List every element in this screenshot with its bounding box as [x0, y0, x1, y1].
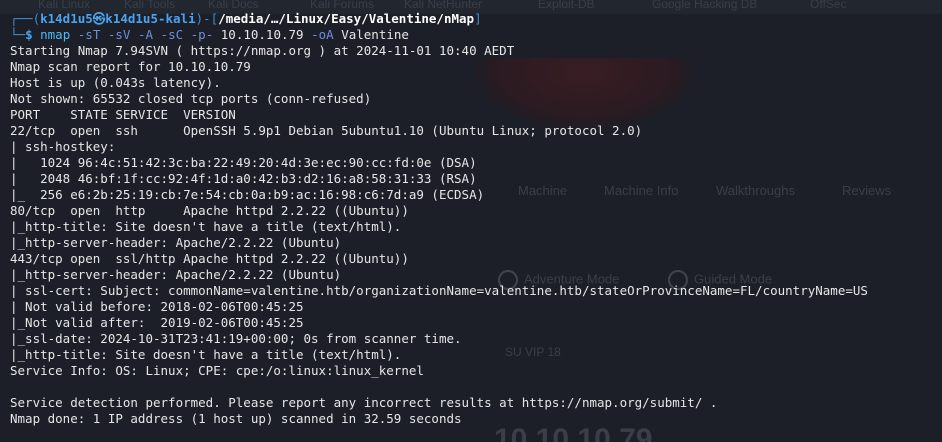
output-line: | 1024 96:4c:51:42:3c:ba:22:49:20:4d:3e:…: [10, 155, 477, 170]
bookmark-item: Kali Tools: [124, 0, 176, 11]
bookmark-item: Google Hacking DB: [652, 0, 758, 11]
output-line: |_ssl-date: 2024-10-31T23:41:19+00:00; 0…: [10, 331, 462, 346]
prompt-path: /media/…/Linux/Easy/Valentine/nMap: [218, 11, 475, 26]
command-output-flag: -oA: [311, 27, 334, 42]
prompt-frame: ]: [474, 11, 482, 26]
prompt-user-host: k14d1u5㉿k14d1u5-kali: [40, 11, 196, 26]
bookmark-item: Kali Docs: [208, 0, 259, 11]
output-line: |_http-server-header: Apache/2.2.22 (Ubu…: [10, 267, 342, 282]
output-line: | ssh-hostkey:: [10, 139, 116, 154]
output-line: 80/tcp open http Apache httpd 2.2.22 ((U…: [10, 203, 409, 218]
output-line: |_ 256 e6:2b:25:19:cb:7e:54:cb:0a:b9:ac:…: [10, 187, 485, 202]
output-line: 22/tcp open ssh OpenSSH 5.9p1 Debian 5ub…: [10, 123, 643, 138]
output-line: Starting Nmap 7.94SVN ( https://nmap.org…: [10, 43, 515, 58]
command-target: 10.10.10.79: [220, 27, 304, 42]
bookmark-item: Kali NetHunter: [404, 0, 483, 11]
prompt-command-line: └─$ nmap -sT -sV -A -sC -p- 10.10.10.79 …: [10, 27, 942, 43]
output-line: |_http-server-header: Apache/2.2.22 (Ubu…: [10, 235, 342, 250]
prompt-frame: ┌──(: [10, 11, 41, 26]
output-line: | ssl-cert: Subject: commonName=valentin…: [10, 283, 868, 298]
output-line: Not shown: 65532 closed tcp ports (conn-…: [10, 91, 372, 106]
prompt-frame: └─: [10, 27, 26, 42]
bookmark-item: Kali Linux: [38, 0, 91, 11]
output-line: Nmap scan report for 10.10.10.79: [10, 59, 251, 74]
prompt-header-line: ┌──(k14d1u5㉿k14d1u5-kali)-[/media/…/Linu…: [10, 11, 942, 27]
bookmark-item: Exploit-DB: [538, 0, 595, 11]
command-name: nmap: [40, 27, 71, 42]
prompt-frame: )-[: [195, 11, 219, 26]
output-line: Nmap done: 1 IP address (1 host up) scan…: [10, 411, 462, 426]
output-line: | 2048 46:bf:1f:cc:92:4f:1d:a0:42:b3:d2:…: [10, 171, 477, 186]
bookmark-item: Kali Forums: [310, 0, 375, 11]
output-line: |_Not valid after: 2019-02-06T00:45:25: [10, 315, 304, 330]
output-line: PORT STATE SERVICE VERSION: [10, 107, 236, 122]
prompt-dollar: $: [25, 27, 33, 42]
bookmark-item: OffSec: [810, 0, 847, 11]
output-line: Host is up (0.043s latency).: [10, 75, 221, 90]
output-line: Service Info: OS: Linux; CPE: cpe:/o:lin…: [10, 363, 424, 378]
output-line: |_http-title: Site doesn't have a title …: [10, 347, 402, 362]
output-line: 443/tcp open ssl/http Apache httpd 2.2.2…: [10, 251, 409, 266]
terminal-window[interactable]: Kali Linux Kali Tools Kali Docs Kali For…: [0, 0, 942, 442]
output-line: |_http-title: Site doesn't have a title …: [10, 219, 402, 234]
terminal-content[interactable]: ┌──(k14d1u5㉿k14d1u5-kali)-[/media/…/Linu…: [10, 11, 942, 427]
command-output-name: Valentine: [341, 27, 409, 42]
output-line: Service detection performed. Please repo…: [10, 395, 718, 410]
command-options: -sT -sV -A -sC -p-: [77, 27, 214, 42]
output-line: | Not valid before: 2018-02-06T00:45:25: [10, 299, 304, 314]
